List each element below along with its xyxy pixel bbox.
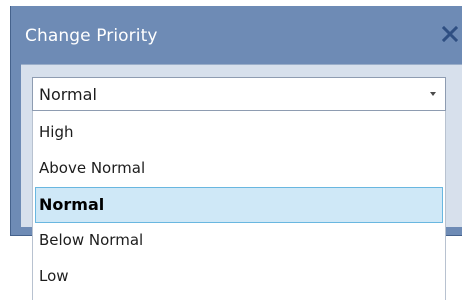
- priority-combobox[interactable]: Normal: [32, 77, 446, 111]
- priority-option-low[interactable]: Low: [33, 259, 443, 295]
- dialog-titlebar[interactable]: Change Priority: [11, 6, 462, 64]
- dialog-title: Change Priority: [25, 26, 158, 46]
- close-button[interactable]: [438, 20, 462, 50]
- priority-combobox-value: Normal: [39, 85, 97, 104]
- chevron-down-icon[interactable]: [430, 92, 436, 96]
- option-label: High: [39, 123, 74, 141]
- priority-option-above-normal[interactable]: Above Normal: [33, 151, 443, 187]
- priority-dropdown-list: High Above Normal Normal Below Normal Lo…: [32, 111, 446, 300]
- close-x-icon: [442, 26, 458, 42]
- option-label: Normal: [39, 195, 105, 214]
- priority-option-below-normal[interactable]: Below Normal: [33, 223, 443, 259]
- priority-option-normal[interactable]: Normal: [35, 187, 443, 223]
- option-label: Low: [39, 267, 69, 285]
- option-label: Below Normal: [39, 231, 144, 249]
- priority-option-high[interactable]: High: [33, 115, 443, 151]
- option-label: Above Normal: [39, 159, 146, 177]
